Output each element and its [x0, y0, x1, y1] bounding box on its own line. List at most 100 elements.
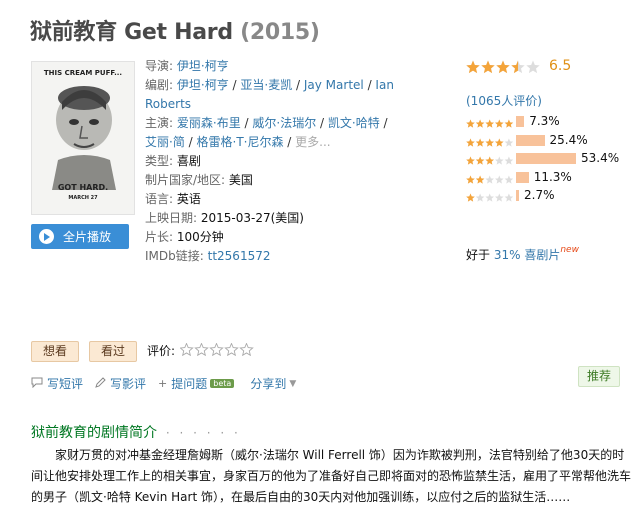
star-fill	[485, 119, 494, 128]
cast-link[interactable]: 格雷格·T·尼尔森	[197, 135, 284, 149]
rate-stars-input[interactable]	[179, 342, 255, 359]
rating-bar	[516, 153, 576, 164]
language-value: 英语	[176, 192, 201, 206]
star-fill	[466, 156, 475, 165]
row-stars	[466, 117, 514, 131]
rating-stars	[466, 60, 541, 77]
rating-percent: 7.3%	[529, 114, 560, 128]
writer-label: 编剧:	[145, 78, 174, 92]
rating-distribution-row: 11.3%	[466, 169, 641, 187]
language-row: 语言: 英语	[145, 190, 395, 209]
star-fill	[466, 60, 480, 74]
star-fill	[475, 175, 485, 184]
row-stars	[466, 136, 514, 150]
rating-bar	[516, 134, 545, 146]
star-fill	[485, 156, 494, 165]
cast-link[interactable]: 艾丽·简	[145, 135, 185, 149]
star-icon	[224, 342, 239, 357]
rating-percent: 2.7%	[524, 188, 555, 202]
rating-score: 6.5	[549, 58, 572, 74]
rating-distribution-row: 7.3%	[466, 114, 641, 131]
cast-link[interactable]: 爱丽森·布里	[177, 116, 241, 130]
runtime-label: 片长:	[145, 230, 174, 244]
star-row	[466, 175, 514, 184]
director-link[interactable]: 伊坦·柯亨	[177, 59, 229, 73]
row-stars	[466, 173, 514, 187]
recommend-button[interactable]: 推荐	[578, 366, 620, 387]
play-icon	[39, 229, 54, 244]
star-row	[466, 60, 540, 74]
plus-icon: +	[158, 377, 168, 390]
star-icon	[504, 175, 514, 184]
cast-link[interactable]: 威尔·法瑞尔	[252, 116, 316, 130]
new-badge: new	[560, 245, 579, 255]
star-fill	[466, 193, 475, 202]
row-stars	[466, 154, 514, 168]
cast-row: 主演: 爱丽森·布里 / 威尔·法瑞尔 / 凯文·哈特 / 艾丽·简 / 格雷格…	[145, 116, 388, 149]
imdb-label: IMDb链接:	[145, 249, 204, 263]
star-row	[179, 342, 254, 357]
star-icon	[209, 342, 224, 357]
genre-value: 喜剧	[176, 154, 201, 168]
write-short-review-link[interactable]: 写短评	[31, 375, 83, 392]
rating-distribution-row: 25.4%	[466, 132, 641, 150]
country-row: 制片国家/地区: 美国	[145, 171, 395, 190]
rating-distribution-row: 2.7%	[466, 188, 641, 203]
comparison-link[interactable]: 31% 喜剧片	[494, 248, 561, 262]
star-icon	[504, 156, 514, 165]
language-label: 语言:	[145, 192, 174, 206]
want-to-watch-button[interactable]: 想看	[31, 341, 79, 362]
writer-link[interactable]: 亚当·麦凯	[240, 78, 292, 92]
play-button-label: 全片播放	[63, 230, 112, 244]
rate-label: 评价:	[147, 344, 176, 358]
synopsis-heading: 狱前教育的剧情简介 · · · · · ·	[31, 425, 241, 441]
ask-question-link[interactable]: + 提问题 beta	[158, 375, 235, 392]
country-label: 制片国家/地区:	[145, 173, 226, 187]
beta-badge: beta	[210, 379, 235, 388]
star-icon	[495, 156, 504, 165]
star-row	[466, 119, 514, 128]
writer-link[interactable]: Jay Martel	[304, 78, 364, 92]
writer-link[interactable]: 伊坦·柯亨	[177, 78, 229, 92]
genre-comparison: 好于 31% 喜剧片new	[466, 245, 579, 263]
comment-icon	[31, 377, 43, 391]
rating-percent: 11.3%	[533, 169, 572, 184]
runtime-row: 片长: 100分钟	[145, 228, 395, 247]
play-full-movie-button[interactable]: 全片播放	[31, 224, 129, 249]
star-icon	[475, 193, 485, 202]
imdb-link[interactable]: tt2561572	[208, 249, 271, 263]
genre-label: 类型:	[145, 154, 174, 168]
star-fill	[466, 175, 475, 184]
share-dropdown[interactable]: 分享到 ▼	[250, 375, 296, 392]
title-main: 狱前教育 Get Hard	[30, 20, 233, 45]
writer-row: 编剧: 伊坦·柯亨 / 亚当·麦凯 / Jay Martel / Ian Rob…	[145, 78, 394, 111]
star-row	[466, 193, 514, 202]
rating-bar	[516, 171, 529, 183]
cast-label: 主演:	[145, 116, 174, 130]
rating-percent: 25.4%	[549, 132, 588, 147]
chevron-down-icon: ▼	[289, 378, 297, 389]
imdb-row: IMDb链接: tt2561572	[145, 247, 395, 266]
star-icon	[526, 60, 540, 74]
movie-poster[interactable]: THIS CREAM PUFF... GOT HARD. MARCH 27	[31, 61, 135, 215]
rating-count-link[interactable]: (1065人评价)	[466, 92, 542, 109]
star-fill	[504, 119, 514, 128]
star-icon	[495, 175, 504, 184]
star-row	[466, 138, 514, 147]
synopsis-text: 家财万贯的对冲基金经理詹姆斯（威尔·法瑞尔 Will Ferrell 饰）因为诈…	[31, 448, 632, 504]
pencil-icon	[95, 376, 106, 391]
watched-button[interactable]: 看过	[89, 341, 137, 362]
release-value: 2015-03-27(美国)	[200, 211, 304, 225]
rating-distribution-row: 53.4%	[466, 151, 641, 168]
poster-tagline: THIS CREAM PUFF...	[43, 69, 123, 77]
cast-link[interactable]: 凯文·哈特	[328, 116, 380, 130]
director-label: 导演:	[145, 59, 174, 73]
runtime-value: 100分钟	[176, 230, 224, 244]
heading-dots: · · · · · ·	[165, 426, 241, 440]
star-row	[466, 156, 514, 165]
release-row: 上映日期: 2015-03-27(美国)	[145, 209, 395, 228]
genre-row: 类型: 喜剧	[145, 152, 395, 171]
star-fill	[496, 60, 510, 74]
cast-more-link[interactable]: 更多...	[295, 135, 330, 149]
write-review-link[interactable]: 写影评	[95, 375, 146, 392]
